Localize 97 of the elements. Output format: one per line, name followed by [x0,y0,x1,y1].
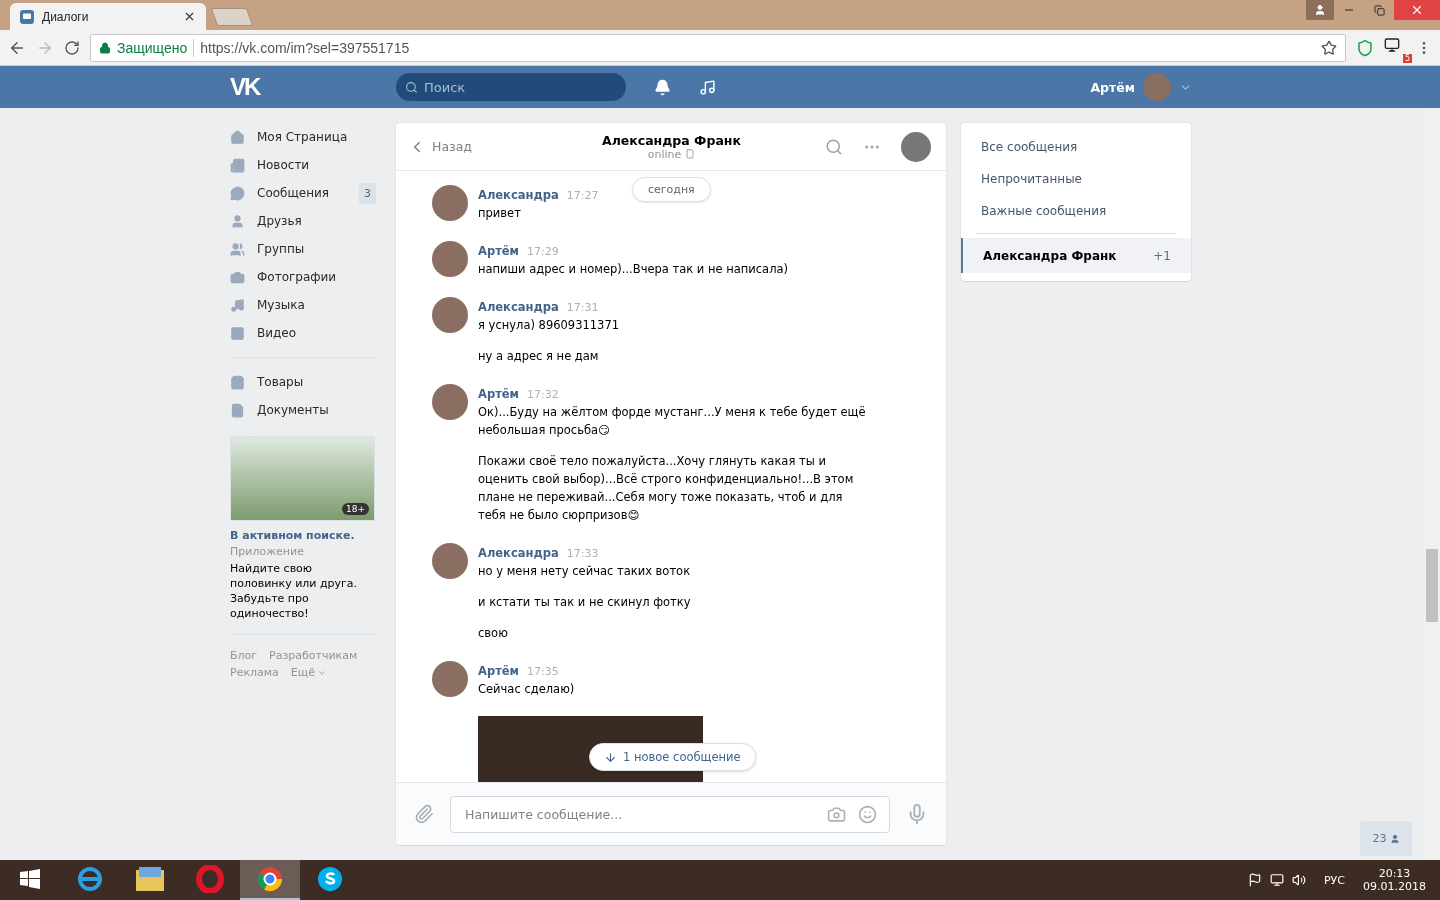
chat-bubble-icon [20,9,34,24]
address-bar[interactable]: Защищено https://vk.com/im?sel=397551715 [90,33,1346,62]
sender-name[interactable]: Александра [478,546,559,560]
message-time: 17:29 [527,245,559,258]
bell-icon[interactable] [654,78,671,96]
clock-date[interactable]: 09.01.2018 [1363,880,1426,893]
conversation-item[interactable]: Александра Франк +1 [961,238,1191,273]
message-text: свою [478,625,509,642]
date-pill: сегодня [632,177,711,202]
sidebar-item[interactable]: Друзья [230,207,376,235]
browser-icon[interactable] [76,865,104,893]
avatar[interactable] [432,297,468,333]
online-counter-button[interactable]: 23 [1360,821,1412,856]
search-icon [405,80,418,94]
message-text: ну а адрес я не дам [478,348,600,365]
avatar[interactable] [432,241,468,277]
sidebar-item[interactable]: Группы [230,235,376,263]
sidebar-item[interactable]: Документы [230,396,376,424]
star-icon[interactable] [1321,39,1337,56]
close-icon[interactable] [183,10,196,23]
sidebar-item[interactable]: Фотографии [230,263,376,291]
message-text: напиши адрес и номер)...Вчера так и не написала) [478,261,790,278]
avatar[interactable] [432,384,468,420]
message-text: но у меня нету сейчас таких воток [478,563,692,580]
message-text: Ок)...Буду на жёлтом форде мустанг...У меня к тебе будет ещё небольшая просьба😏 [478,404,867,439]
shield-icon[interactable] [1356,38,1374,57]
chat-title: Александра Франк [602,132,741,148]
age-badge: 18+ [342,503,369,515]
message-time: 17:35 [527,665,559,678]
user-name[interactable]: Артём [1090,79,1135,95]
filter-item[interactable]: Непрочитанные [961,163,1191,195]
music-icon[interactable] [699,78,716,96]
lock-icon [99,41,111,54]
message-field[interactable]: Напишите сообщение... [450,795,890,833]
restore-icon [1373,4,1385,16]
sender-name[interactable]: Александра [478,188,559,202]
message-text: Сейчас сделаю) [478,681,576,698]
reload-icon[interactable] [64,39,80,56]
ad-text: Найдите свою половинку или друга. Забудьте про одиночество! [230,561,359,621]
ad-subtitle: Приложение [230,545,305,558]
avatar[interactable] [901,131,931,162]
sidebar-item[interactable]: Новости [230,151,376,179]
secure-label: Защищено [117,39,188,56]
avatar[interactable] [432,543,468,579]
online-status: online [647,147,696,161]
message-text: я уснула) 89609311371 [478,317,621,334]
sidebar-item[interactable]: Товары [230,368,376,396]
avatar[interactable] [432,185,468,221]
user-button[interactable] [1306,0,1334,20]
message-time: 17:31 [566,301,599,314]
sidebar-item[interactable]: Музыка [230,291,376,319]
logo[interactable]: VK [230,73,396,101]
user-icon [1314,4,1326,16]
sender-name[interactable]: Артём [478,387,519,401]
chat-app-icon[interactable] [316,865,344,893]
browser-icon[interactable] [256,865,284,893]
sender-name[interactable]: Александра [478,300,559,314]
avatar[interactable] [432,661,468,697]
message-text: привет [478,205,522,222]
sidebar-item[interactable]: Моя Страница [230,123,376,151]
message-time: 17:33 [566,547,599,560]
browser-icon[interactable] [196,865,224,893]
new-messages-toast[interactable]: 1 новое сообщение [589,743,756,771]
search-icon[interactable] [825,137,843,156]
search-field[interactable]: Поиск [396,73,626,101]
message-time: 17:32 [527,388,559,401]
phone-icon [685,149,696,159]
arrow-down-icon [604,750,617,764]
network-icon[interactable] [1270,873,1284,887]
sidebar-item[interactable]: Сообщения 3 [230,179,376,207]
message-time: 17:27 [566,189,599,202]
browser-tab[interactable]: Диалоги [10,3,206,30]
unread-count: +1 [1153,248,1171,263]
clock-time[interactable]: 20:13 [1378,867,1411,880]
close-icon [1410,3,1424,17]
scrollbar[interactable] [1424,108,1440,860]
volume-icon[interactable] [1292,873,1306,887]
photo-placeholder[interactable]: 18+ [230,436,375,521]
sender-name[interactable]: Артём [478,664,519,678]
ad-title[interactable]: В активном поиске. [230,529,376,542]
person-icon [1389,833,1400,844]
message-text: и кстати ты так и не скинул фотку [478,594,692,611]
count-badge: 5 [1402,53,1412,63]
message-input[interactable]: Напишите сообщение... [463,805,815,823]
filter-item[interactable]: Все сообщения [961,131,1191,163]
sender-name[interactable]: Артём [478,244,519,258]
folder-icon[interactable] [135,866,165,892]
filter-item[interactable]: Важные сообщения [961,195,1191,227]
url-text: https://vk.com/im?sel=397551715 [200,39,411,56]
windows-icon[interactable] [20,869,40,889]
back-link[interactable]: Назад [408,137,598,156]
extension-icon[interactable] [1384,36,1400,53]
count-badge: 3 [359,182,376,204]
flag-icon[interactable] [1248,873,1262,887]
message-text: Покажи своё тело пожалуйста...Хочу глянуть какая ты и оценить свой выбор)...Всё строго конфиденциально!...В этом плане не переживай...Себя могу тоже показать, чтоб и для тебя не было сюрпризов😊 [478,453,855,524]
language-indicator[interactable]: РУС [1324,873,1345,887]
sidebar-item[interactable]: Видео [230,319,376,347]
